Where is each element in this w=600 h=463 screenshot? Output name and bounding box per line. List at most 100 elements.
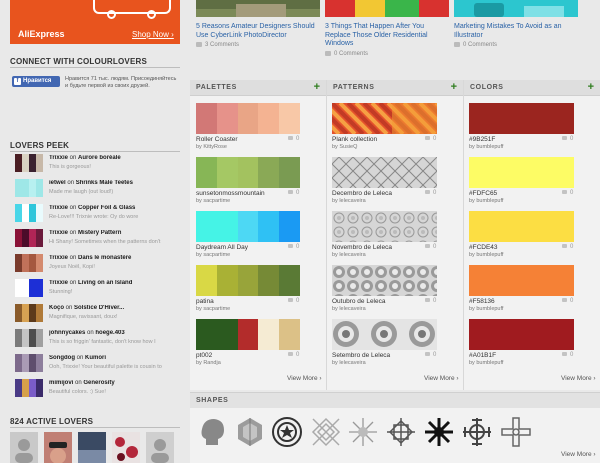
peek-row[interactable]: ietwel on Shrinks Male Teetes Made me lau… [15, 179, 180, 197]
article-thumbnail[interactable] [196, 0, 320, 17]
peek-row[interactable]: mimijovi on Generosity Beautiful colors. … [15, 379, 180, 397]
peek-target[interactable]: Dans le monastère [78, 255, 131, 261]
peek-title[interactable]: Songdog on Kumori [49, 355, 181, 361]
peek-thumbnail[interactable] [15, 304, 43, 322]
palette-swatch[interactable] [196, 103, 300, 134]
peek-title[interactable]: Trixxie on Dans le monastère [49, 255, 181, 261]
color-author[interactable]: by bumblepuff [469, 252, 503, 258]
peek-user[interactable]: Koço [49, 305, 64, 311]
article-title[interactable]: 5 Reasons Amateur Designers Should Use C… [196, 23, 320, 40]
peek-row[interactable]: Trixxie on Copper Foil & Glass Re-Love!!!… [15, 204, 180, 222]
pattern-swatch[interactable] [332, 319, 437, 350]
avatar[interactable] [10, 432, 38, 463]
peek-target[interactable]: Copper Foil & Glass [78, 205, 135, 211]
colors-view-more-link[interactable]: View More › [561, 375, 596, 382]
avatar[interactable] [78, 432, 106, 463]
peek-thumbnail[interactable] [15, 179, 43, 197]
avatar[interactable] [146, 432, 174, 463]
cross-ornament-shape-icon[interactable] [460, 415, 494, 449]
color-author[interactable]: by bumblepuff [469, 306, 503, 312]
peek-row[interactable]: Trixxie on Aurore boréale This is gorgeou… [15, 154, 180, 172]
pattern-author[interactable]: by lelecaveira [332, 252, 366, 258]
peek-row[interactable]: Songdog on Kumori Ooh, Trixxie! Your beau… [15, 354, 180, 372]
palette-author[interactable]: by Randja [196, 360, 221, 366]
color-author[interactable]: by bumblepuff [469, 198, 503, 204]
aliexpress-ad[interactable]: AliExpress Shop Now › [10, 0, 180, 44]
cross-lattice-shape-icon[interactable] [384, 415, 418, 449]
peek-thumbnail[interactable] [15, 154, 43, 172]
peek-title[interactable]: Koço on Solstice D'Hiver... [49, 305, 181, 311]
star-circle-shape-icon[interactable] [270, 415, 304, 449]
peek-thumbnail[interactable] [15, 354, 43, 372]
pattern-author[interactable]: by SusieQ [332, 144, 357, 150]
peek-thumbnail[interactable] [15, 379, 43, 397]
starburst-shape-icon[interactable] [346, 415, 380, 449]
pattern-swatch[interactable] [332, 211, 437, 242]
peek-target[interactable]: Living on an Island [78, 280, 132, 286]
facebook-like-button[interactable]: f Нравится [12, 76, 60, 87]
head-silhouette-shape-icon[interactable] [196, 415, 230, 449]
peek-title[interactable]: Trixxie on Living on an Island [49, 280, 181, 286]
lattice-shape-icon[interactable] [309, 415, 343, 449]
black-snowflake-shape-icon[interactable] [422, 415, 456, 449]
peek-target[interactable]: Solstice D'Hiver... [74, 305, 124, 311]
peek-user[interactable]: mimijovi [49, 380, 73, 386]
shop-now-link[interactable]: Shop Now › [132, 30, 174, 39]
peek-user[interactable]: Trixxie [49, 255, 68, 261]
color-author[interactable]: by bumblepuff [469, 360, 503, 366]
article-title[interactable]: Marketing Mistakes To Avoid as an Illust… [454, 23, 578, 40]
peek-title[interactable]: Trixxie on Mistery Pattern [49, 230, 181, 236]
peek-user[interactable]: Trixxie [49, 280, 68, 286]
palettes-view-more-link[interactable]: View More › [287, 375, 322, 382]
peek-user[interactable]: Trixxie [49, 205, 68, 211]
peek-thumbnail[interactable] [15, 329, 43, 347]
peek-user[interactable]: Songdog [49, 355, 75, 361]
peek-target[interactable]: Kumori [85, 355, 106, 361]
article-comments[interactable]: 3 Comments [196, 42, 320, 48]
peek-title[interactable]: johnnycakes on hoege.403 [49, 330, 181, 336]
peek-row[interactable]: Trixxie on Living on an Island Stunning! [15, 279, 180, 297]
peek-user[interactable]: Trixxie [49, 230, 68, 236]
peek-thumbnail[interactable] [15, 254, 43, 272]
color-swatch[interactable] [469, 157, 574, 188]
patterns-view-more-link[interactable]: View More › [424, 375, 459, 382]
cross-ornament-outline-shape-icon[interactable] [499, 415, 533, 449]
color-author[interactable]: by bumblepuff [469, 144, 503, 150]
shapes-view-more-link[interactable]: View More › [561, 451, 596, 458]
palette-author[interactable]: by KittyRose [196, 144, 227, 150]
color-swatch[interactable] [469, 211, 574, 242]
peek-user[interactable]: johnnycakes [49, 330, 85, 336]
palette-swatch[interactable] [196, 319, 300, 350]
add-palette-plus-icon[interactable]: + [314, 81, 320, 93]
avatar[interactable] [112, 432, 140, 463]
peek-thumbnail[interactable] [15, 229, 43, 247]
pattern-swatch[interactable] [332, 265, 437, 296]
pattern-author[interactable]: by lelecaveira [332, 306, 366, 312]
peek-target[interactable]: Generosity [83, 380, 114, 386]
palette-author[interactable]: by sacpartime [196, 252, 230, 258]
add-pattern-plus-icon[interactable]: + [451, 81, 457, 93]
peek-target[interactable]: hoege.403 [95, 330, 124, 336]
palette-author[interactable]: by sacpartime [196, 306, 230, 312]
color-swatch[interactable] [469, 319, 574, 350]
avatar[interactable] [44, 432, 72, 463]
pattern-swatch[interactable] [332, 157, 437, 188]
peek-user[interactable]: ietwel [49, 180, 66, 186]
palette-author[interactable]: by sacpartime [196, 198, 230, 204]
pattern-author[interactable]: by lelecaveira [332, 198, 366, 204]
peek-title[interactable]: mimijovi on Generosity [49, 380, 181, 386]
peek-thumbnail[interactable] [15, 279, 43, 297]
peek-target[interactable]: Shrinks Male Teetes [76, 180, 133, 186]
color-swatch[interactable] [469, 103, 574, 134]
peek-target[interactable]: Mistery Pattern [78, 230, 121, 236]
peek-title[interactable]: Trixxie on Copper Foil & Glass [49, 205, 181, 211]
add-color-plus-icon[interactable]: + [588, 81, 594, 93]
article-thumbnail[interactable] [454, 0, 578, 17]
peek-title[interactable]: Trixxie on Aurore boréale [49, 155, 181, 161]
pattern-author[interactable]: by lelecaveira [332, 360, 366, 366]
peek-title[interactable]: ietwel on Shrinks Male Teetes [49, 180, 181, 186]
pattern-swatch[interactable] [332, 103, 437, 134]
palette-swatch[interactable] [196, 265, 300, 296]
peek-row[interactable]: Trixxie on Mistery Pattern Hi Shany! Some… [15, 229, 180, 247]
article-comments[interactable]: 0 Comments [454, 42, 578, 48]
